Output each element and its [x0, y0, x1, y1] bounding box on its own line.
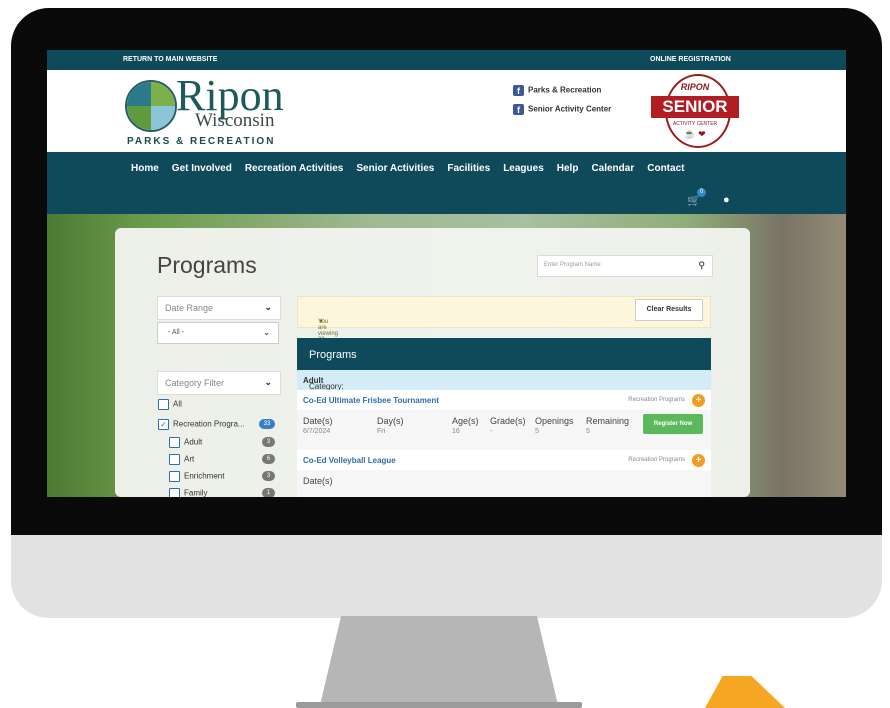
chevron-down-icon: ⌄ — [263, 328, 270, 337]
category-filter-toggle[interactable]: Category Filter ⌄ — [157, 371, 281, 395]
programs-table-header: Programs — [297, 338, 711, 370]
utility-bar: RETURN TO MAIN WEBSITE ONLINE REGISTRATI… — [47, 50, 846, 70]
program-name-link[interactable]: Co-Ed Volleyball League — [303, 456, 396, 465]
category-option-art[interactable]: Art — [169, 454, 194, 465]
facebook-icon: f — [513, 85, 524, 96]
chevron-down-icon: ⌄ — [264, 377, 272, 387]
nav-help[interactable]: Help — [557, 163, 579, 174]
ripon-logo-icon[interactable] — [125, 80, 177, 132]
category-option-enrichment[interactable]: Enrichment — [169, 471, 224, 482]
senior-center-logo[interactable]: RIPON SENIOR ACTIVITY CENTER ☕ ❤ — [651, 74, 739, 148]
brand-state: Wisconsin — [195, 110, 275, 131]
site-header: Ripon Wisconsin PARKS & RECREATION f Park… — [47, 70, 846, 152]
checkbox-unchecked[interactable] — [169, 471, 180, 482]
orange-accent-shape — [705, 676, 785, 708]
expand-plus-icon[interactable]: + — [692, 394, 705, 407]
count-badge: 1 — [262, 488, 275, 497]
category-option-all[interactable]: All — [158, 399, 182, 410]
program-category: Recreation Programs — [628, 457, 685, 463]
nav-home[interactable]: Home — [131, 163, 159, 174]
facebook-parks-link[interactable]: f Parks & Recreation — [513, 85, 601, 96]
count-badge: 33 — [259, 419, 275, 429]
category-option-recreation[interactable]: ✓ Recreation Progra... — [158, 419, 245, 430]
chevron-down-icon: ⌄ — [264, 302, 272, 312]
program-row[interactable]: Co-Ed Ultimate Frisbee Tournament Recrea… — [297, 390, 711, 410]
checkbox-unchecked[interactable] — [169, 437, 180, 448]
category-option-family[interactable]: Family — [169, 488, 208, 497]
return-to-main-link[interactable]: RETURN TO MAIN WEBSITE — [123, 56, 217, 63]
nav-facilities[interactable]: Facilities — [447, 163, 490, 174]
search-icon[interactable]: ⚲ — [698, 260, 705, 271]
page-title: Programs — [157, 252, 257, 278]
count-badge: 6 — [262, 454, 275, 464]
senior-logo-icons: ☕ ❤ — [684, 129, 706, 139]
facebook-icon: f — [513, 104, 524, 115]
nav-leagues[interactable]: Leagues — [503, 163, 544, 174]
monitor-stand — [319, 616, 559, 708]
brand-tagline: PARKS & RECREATION — [127, 136, 276, 147]
program-row[interactable]: Co-Ed Volleyball League Recreation Progr… — [297, 450, 711, 470]
checkbox-unchecked[interactable] — [158, 399, 169, 410]
nav-contact[interactable]: Contact — [647, 163, 684, 174]
cart-count-badge: 0 — [697, 188, 706, 197]
nav-calendar[interactable]: Calendar — [591, 163, 634, 174]
nav-senior-activities[interactable]: Senior Activities — [356, 163, 434, 174]
program-name-link[interactable]: Co-Ed Ultimate Frisbee Tournament — [303, 396, 439, 405]
program-category: Recreation Programs — [628, 397, 685, 403]
program-details: Date(s) — [297, 470, 711, 497]
checkbox-unchecked[interactable] — [169, 454, 180, 465]
expand-plus-icon[interactable]: + — [692, 454, 705, 467]
count-badge: 3 — [262, 437, 275, 447]
website-screen: RETURN TO MAIN WEBSITE ONLINE REGISTRATI… — [47, 50, 846, 497]
facebook-senior-link[interactable]: f Senior Activity Center — [513, 104, 611, 115]
date-range-select[interactable]: - All - ⌄ — [157, 322, 279, 344]
program-search-input[interactable]: Enter Program Name ⚲ — [537, 255, 713, 277]
category-option-adult[interactable]: Adult — [169, 437, 202, 448]
stand-base — [296, 702, 582, 708]
category-group-row: Category: Adult — [297, 370, 711, 391]
clear-results-button[interactable]: Clear Results — [635, 299, 703, 321]
online-registration-link[interactable]: ONLINE REGISTRATION — [650, 56, 731, 63]
checkbox-checked-icon[interactable]: ✓ — [158, 419, 169, 430]
date-range-filter-toggle[interactable]: Date Range ⌄ — [157, 296, 281, 320]
monitor-chin — [11, 535, 882, 618]
program-details: Date(s) Day(s) Age(s) Grade(s) Openings … — [297, 410, 711, 450]
checkbox-unchecked[interactable] — [169, 488, 180, 497]
register-now-button[interactable]: Register Now — [643, 414, 703, 434]
main-navigation: Home Get Involved Recreation Activities … — [47, 152, 846, 214]
nav-recreation-activities[interactable]: Recreation Activities — [245, 163, 344, 174]
nav-get-involved[interactable]: Get Involved — [172, 163, 232, 174]
user-account-icon[interactable]: ● — [723, 194, 730, 206]
count-badge: 3 — [262, 471, 275, 481]
